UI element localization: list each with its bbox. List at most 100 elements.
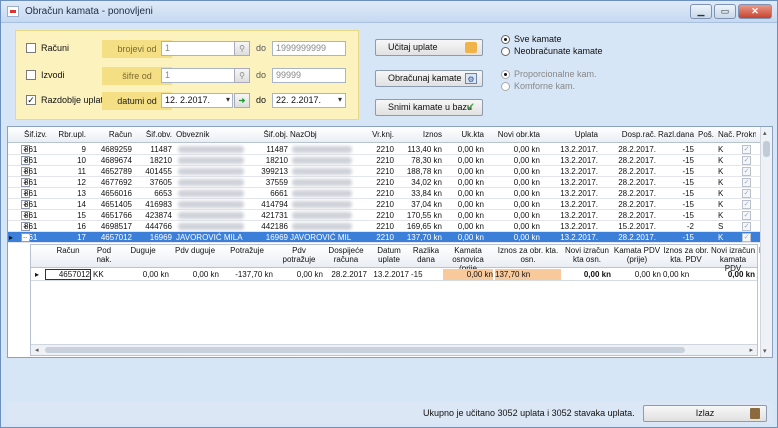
neobracunate-kamate-radio[interactable]	[501, 47, 510, 56]
izlaz-button[interactable]: Izlaz	[643, 405, 767, 422]
proknjizeno-checkbox[interactable]: ✓	[742, 167, 751, 176]
column-header[interactable]: Obveznik	[176, 130, 256, 139]
detail-column-header[interactable]: Potražuje	[221, 246, 273, 255]
detail-row[interactable]: ▸ 4657012 KK 0,00 kn 0,00 kn -137,70 kn 0,00 k…	[31, 269, 757, 281]
proknjizeno-checkbox[interactable]: ✓	[742, 211, 751, 220]
detail-column-header[interactable]: Iznos za obr. kta. PDV	[663, 246, 709, 264]
ucitaj-uplate-button[interactable]: Učitaj uplate	[375, 39, 483, 56]
maximize-button[interactable]: ▭	[714, 4, 736, 19]
detail-column-header[interactable]: Pdv potražuje	[275, 246, 323, 264]
izvodi-to-input[interactable]: 99999	[272, 68, 346, 83]
table-row[interactable]: ▸ −861 17 4657012 16969 JAVOROVIĆ MILA 16969 JA…	[8, 232, 760, 243]
column-header[interactable]: Uplata	[544, 130, 598, 139]
table-row[interactable]: +861 13 4656016 6653 6661 2210 33,84 kn 0,00 kn…	[8, 188, 760, 199]
cell-uk: 0,00 kn	[457, 222, 484, 231]
detail-column-header[interactable]: Duguje	[117, 246, 169, 255]
detail-cell-duguje: 0,00 kn	[142, 270, 169, 279]
obracunaj-kamate-button[interactable]: Obračunaj kamate ⚙	[375, 70, 483, 87]
proknjizeno-checkbox[interactable]: ✓	[742, 222, 751, 231]
proporcionalne-radio[interactable]	[501, 70, 510, 79]
izvodi-checkbox[interactable]	[26, 70, 36, 80]
racuni-to-input[interactable]: 1999999999	[272, 41, 346, 56]
cell-iznos: 170,55 kn	[406, 211, 442, 220]
racuni-checkbox[interactable]	[26, 43, 36, 53]
column-header[interactable]: Šif.obj.	[256, 130, 288, 139]
detail-horizontal-scrollbar[interactable]: ◂ ▸	[31, 344, 757, 355]
proknjizeno-checkbox[interactable]: ✓	[742, 233, 751, 242]
komforne-radio[interactable]	[501, 82, 510, 91]
proknjizeno-checkbox[interactable]: ✓	[742, 200, 751, 209]
proknjizeno-checkbox[interactable]: ✓	[742, 156, 751, 165]
table-row[interactable]: +861 11 4652789 401455 399213 2210 188,78 kn 0,…	[8, 166, 760, 177]
detail-column-header[interactable]: Dospijeće računa	[325, 246, 367, 264]
column-header[interactable]: Šif.izv.	[24, 130, 56, 139]
detail-column-header[interactable]: Pod nak.	[93, 246, 115, 264]
detail-column-header[interactable]: Račun	[45, 246, 91, 255]
close-button[interactable]: ✕	[738, 4, 772, 19]
column-header[interactable]: Razl.dana	[658, 130, 694, 139]
scroll-right-icon[interactable]: ▸	[749, 346, 753, 354]
detail-cell-novi_pdv: 0,00 kn	[727, 270, 755, 279]
izvodi-search-button[interactable]: ⚲	[234, 68, 250, 83]
column-header[interactable]: Šif.obv.	[134, 130, 172, 139]
grid-scroll-thumb[interactable]	[763, 141, 770, 157]
detail-column-header[interactable]: Novi izračun kta osn.	[563, 246, 611, 264]
table-row[interactable]: +861 9 4689259 11487 11487 2210 113,40 kn 0,00 …	[8, 144, 760, 155]
column-header[interactable]: Poš. ovnic	[698, 130, 716, 139]
redacted-cell	[178, 157, 244, 164]
detail-cell-pdv_potrazuje: 0,00 kn	[296, 270, 323, 279]
column-header[interactable]: Račun	[88, 130, 132, 139]
scroll-up-icon[interactable]: ▴	[763, 129, 767, 137]
detail-column-header[interactable]: Pdv duguje	[171, 246, 219, 255]
scroll-left-icon[interactable]: ◂	[35, 346, 39, 354]
cell-iznos: 78,30 kn	[411, 156, 442, 165]
redacted-cell	[178, 146, 244, 153]
racuni-search-button[interactable]: ⚲	[234, 41, 250, 56]
column-header[interactable]: Uk.kta	[444, 130, 484, 139]
racuni-from-input[interactable]: 1	[161, 41, 235, 56]
cell-vr: 2210	[376, 189, 394, 198]
detail-column-header[interactable]: Kamata PDV (prije)	[613, 246, 661, 264]
title-bar: Obračun kamata - ponovljeni ▁ ▭ ✕	[1, 1, 777, 23]
cell-izv: 861	[24, 145, 38, 154]
column-header[interactable]: Dosp.rač.	[600, 130, 656, 139]
column-header[interactable]: Novi obr.kta	[486, 130, 540, 139]
column-header[interactable]: Iznos	[398, 130, 442, 139]
table-row[interactable]: +861 12 4677692 37605 37559 2210 34,02 kn 0,00 …	[8, 177, 760, 188]
table-row[interactable]: +861 10 4689674 18210 18210 2210 78,30 kn 0,00 …	[8, 155, 760, 166]
proknjizeno-checkbox[interactable]: ✓	[742, 189, 751, 198]
proknjizeno-checkbox[interactable]: ✓	[742, 178, 751, 187]
to-dropdown-icon[interactable]: ▾	[334, 93, 346, 108]
cell-izv: 861	[24, 167, 38, 176]
detail-column-header[interactable]: Iznos za obr. kta. osn.	[495, 246, 561, 264]
grid-vertical-scrollbar[interactable]: ▴ ▾	[760, 127, 772, 357]
proknjizeno-checkbox[interactable]: ✓	[742, 145, 751, 154]
column-header[interactable]: Prokn.	[736, 130, 756, 139]
cell-iznos: 113,40 kn	[407, 145, 442, 154]
filter-panel: Računi brojevi od 1 ⚲ do 1999999999 Izvo…	[15, 30, 359, 120]
snimi-kamate-button[interactable]: Snimi kamate u bazu ✓	[375, 99, 483, 116]
cell-obv: 444766	[145, 222, 172, 231]
sve-kamate-radio[interactable]	[501, 35, 510, 44]
column-header[interactable]: Rbr.upl.	[56, 130, 86, 139]
razdoblje-checkbox[interactable]: ✓	[26, 95, 36, 105]
scroll-down-icon[interactable]: ▾	[763, 347, 767, 355]
izvodi-from-input[interactable]: 1	[161, 68, 235, 83]
detail-column-header[interactable]: Razlika dana	[411, 246, 441, 264]
detail-scroll-thumb[interactable]	[45, 347, 685, 353]
redacted-cell	[292, 146, 352, 153]
minimize-button[interactable]: ▁	[690, 4, 712, 19]
cell-uk: 0,00 kn	[457, 200, 484, 209]
redacted-cell	[178, 179, 244, 186]
table-row[interactable]: +861 15 4651766 423874 421731 2210 170,55 kn 0,…	[8, 210, 760, 221]
column-header[interactable]: Vr.knj.	[368, 130, 394, 139]
table-row[interactable]: +861 16 4698517 444766 442186 2210 169,65 kn 0,…	[8, 221, 760, 232]
column-header[interactable]: Nač. nad	[718, 130, 734, 139]
column-header[interactable]: NazObj	[290, 130, 364, 139]
table-row[interactable]: +861 14 4651405 416983 414794 2210 37,04 kn 0,0…	[8, 199, 760, 210]
apply-range-button[interactable]: ➜	[234, 93, 250, 108]
current-row-indicator-icon: ▸	[9, 233, 14, 242]
cell-rbr: 14	[77, 200, 86, 209]
from-dropdown-icon[interactable]: ▾	[222, 93, 234, 108]
detail-column-header[interactable]: Datum uplate	[369, 246, 409, 264]
